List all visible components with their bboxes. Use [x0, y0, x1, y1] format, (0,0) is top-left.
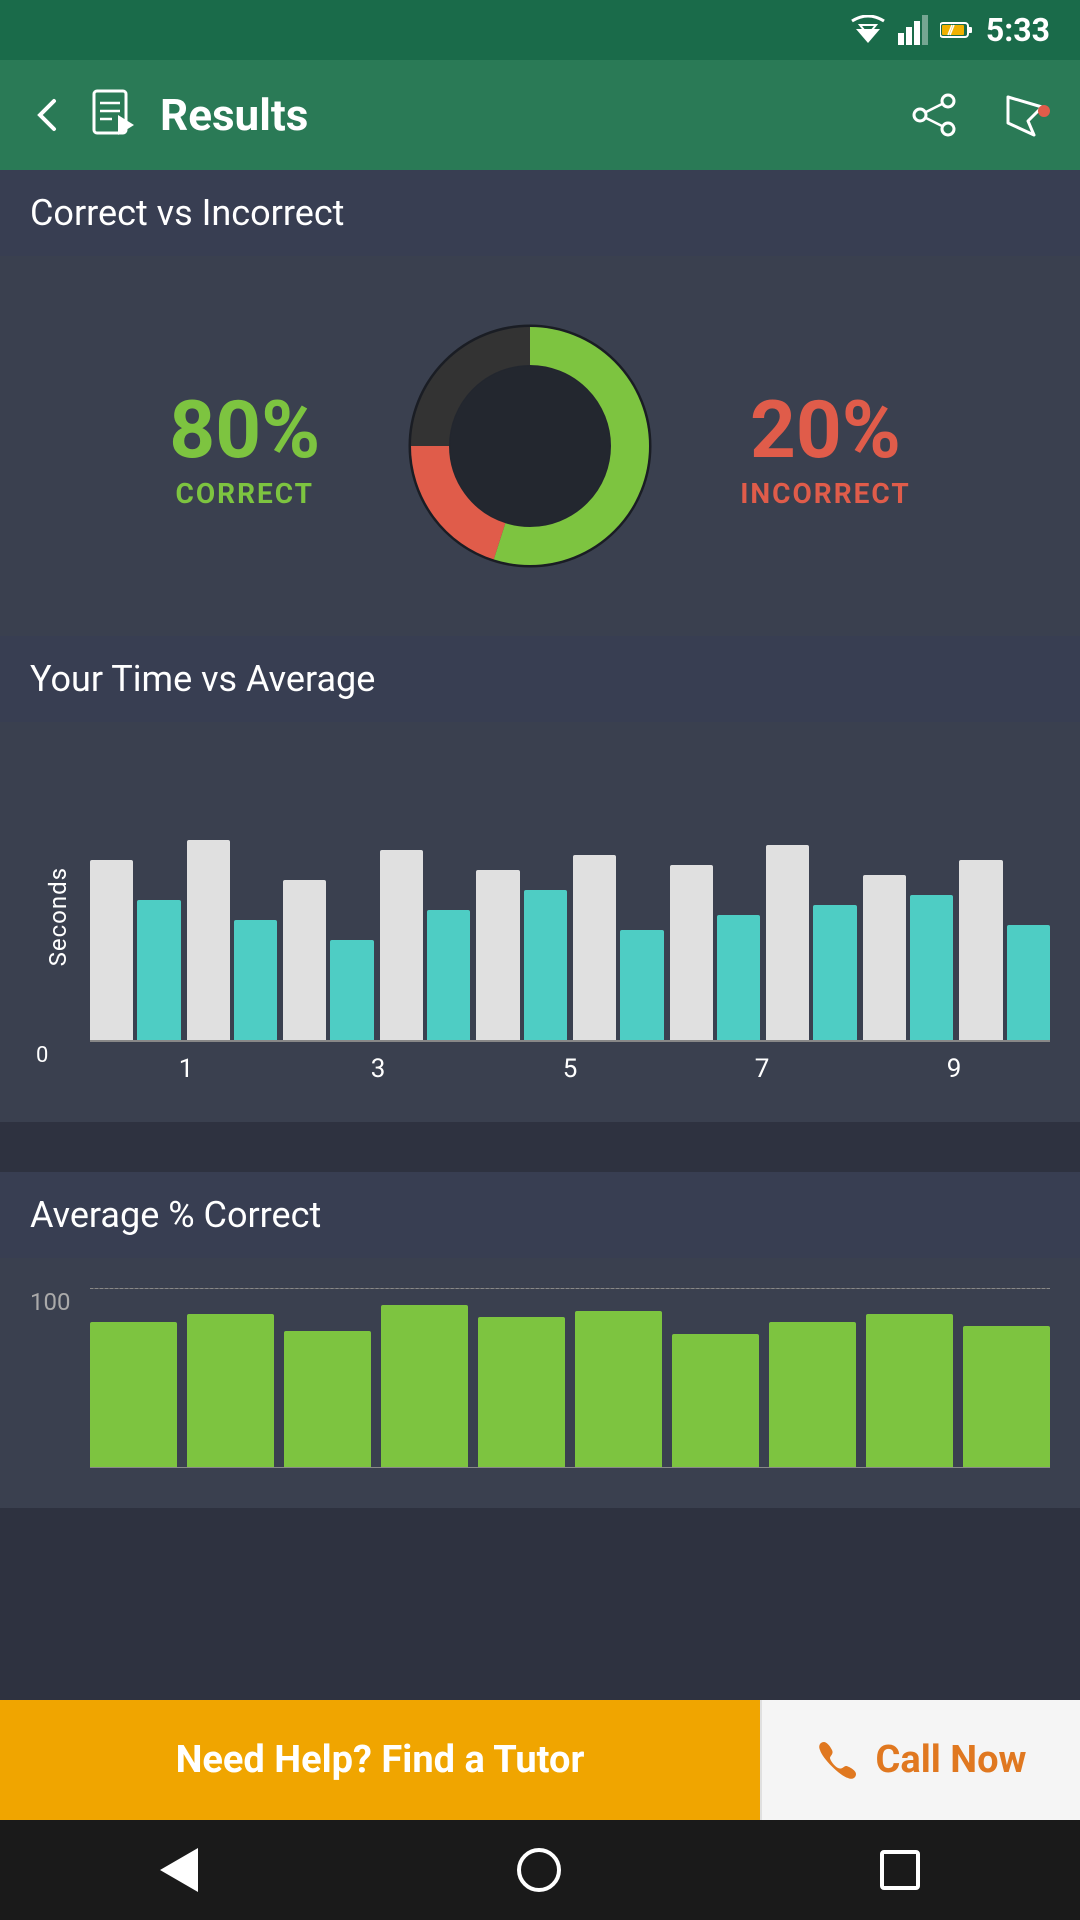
bar-teal — [524, 890, 567, 1040]
back-button[interactable] — [30, 97, 66, 133]
avg-bar — [187, 1314, 274, 1467]
incorrect-text: INCORRECT — [740, 477, 910, 510]
bar-white — [380, 850, 423, 1040]
bar-teal — [813, 905, 856, 1040]
avg-bar — [866, 1314, 953, 1467]
bottom-banner: Need Help? Find a Tutor Call Now — [0, 1700, 1080, 1820]
bar-pair — [959, 860, 1050, 1040]
call-now-button[interactable]: Call Now — [760, 1700, 1080, 1820]
share-icon[interactable] — [912, 93, 956, 137]
avg-bar — [90, 1322, 177, 1467]
correct-percentage: 80% — [169, 383, 320, 477]
x-axis-label: 9 — [858, 1054, 1050, 1084]
y-axis-label: Seconds — [44, 867, 72, 966]
recents-square-icon — [880, 1850, 920, 1890]
find-tutor-text: Need Help? Find a Tutor — [176, 1738, 585, 1782]
avg-y-label: 100 — [30, 1288, 70, 1316]
incorrect-label: 20% INCORRECT — [740, 383, 910, 510]
bar-pair — [573, 855, 664, 1040]
document-icon — [90, 89, 136, 141]
status-time: 5:33 — [986, 11, 1050, 49]
bar-teal — [620, 930, 663, 1040]
nav-home-button[interactable] — [517, 1848, 561, 1892]
incorrect-percentage: 20% — [740, 383, 910, 477]
x-axis-label: 5 — [474, 1054, 666, 1084]
bar-teal — [137, 900, 180, 1040]
bar-teal — [330, 940, 373, 1040]
page-title: Results — [160, 89, 868, 141]
correct-vs-incorrect-header: Correct vs Incorrect — [0, 170, 1080, 256]
bar-pair — [380, 850, 471, 1040]
time-chart-area: Seconds 0 13579 — [30, 762, 1050, 1102]
nav-back-button[interactable] — [160, 1848, 198, 1892]
avg-bar — [381, 1305, 468, 1467]
avg-bar — [769, 1322, 856, 1467]
time-chart-section: Seconds 0 13579 — [0, 722, 1080, 1122]
bar-white — [283, 880, 326, 1040]
donut-chart — [380, 296, 680, 596]
phone-icon — [816, 1738, 860, 1782]
avg-bar — [963, 1326, 1050, 1467]
bar-pair — [766, 845, 857, 1040]
correct-label: 80% CORRECT — [169, 383, 320, 510]
bar-pair — [670, 865, 761, 1040]
app-bar: Results — [0, 60, 1080, 170]
avg-bar — [284, 1331, 371, 1467]
bar-white — [670, 865, 713, 1040]
x-axis-label: 1 — [90, 1054, 282, 1084]
avg-bar — [478, 1317, 565, 1467]
avg-bars-container — [90, 1288, 1050, 1468]
bar-white — [187, 840, 230, 1040]
home-circle-icon — [517, 1848, 561, 1892]
bar-white — [959, 860, 1002, 1040]
bar-teal — [234, 920, 277, 1040]
bar-pair — [187, 840, 278, 1040]
y-zero-label: 0 — [36, 1043, 48, 1068]
donut-section: 80% CORRECT 20% INCORRECT — [0, 256, 1080, 636]
bar-white — [766, 845, 809, 1040]
bar-teal — [910, 895, 953, 1040]
y-axis-label-container: Seconds — [44, 762, 72, 1072]
nav-recents-button[interactable] — [880, 1850, 920, 1890]
signal-icon — [898, 15, 928, 45]
battery-icon — [940, 20, 974, 40]
avg-bar — [575, 1311, 662, 1467]
find-tutor-button[interactable]: Need Help? Find a Tutor — [0, 1700, 760, 1820]
x-axis-label: 3 — [282, 1054, 474, 1084]
x-axis-label: 7 — [666, 1054, 858, 1084]
call-now-text: Call Now — [876, 1738, 1027, 1782]
time-vs-average-header: Your Time vs Average — [0, 636, 1080, 722]
back-triangle-icon — [160, 1848, 198, 1892]
status-icons: 5:33 — [850, 11, 1050, 49]
bar-pair — [476, 870, 567, 1040]
wifi-icon — [850, 15, 886, 45]
status-bar: 5:33 — [0, 0, 1080, 60]
bar-teal — [427, 910, 470, 1040]
bookmark-icon[interactable] — [1000, 93, 1050, 137]
bar-pair — [863, 875, 954, 1040]
bar-teal — [717, 915, 760, 1040]
bar-pair — [283, 880, 374, 1040]
avg-bar — [672, 1334, 759, 1467]
avg-pct-correct-header: Average % Correct — [0, 1172, 1080, 1258]
bar-white — [90, 860, 133, 1040]
correct-text: CORRECT — [169, 477, 320, 510]
bar-white — [863, 875, 906, 1040]
bar-white — [573, 855, 616, 1040]
bar-white — [476, 870, 519, 1040]
nav-bar — [0, 1820, 1080, 1920]
bar-pair — [90, 860, 181, 1040]
x-axis: 13579 — [90, 1054, 1050, 1084]
avg-chart-area: 100 — [30, 1288, 1050, 1508]
bar-teal — [1007, 925, 1050, 1040]
time-bars-container — [90, 762, 1050, 1042]
avg-chart-section: 100 — [0, 1258, 1080, 1508]
